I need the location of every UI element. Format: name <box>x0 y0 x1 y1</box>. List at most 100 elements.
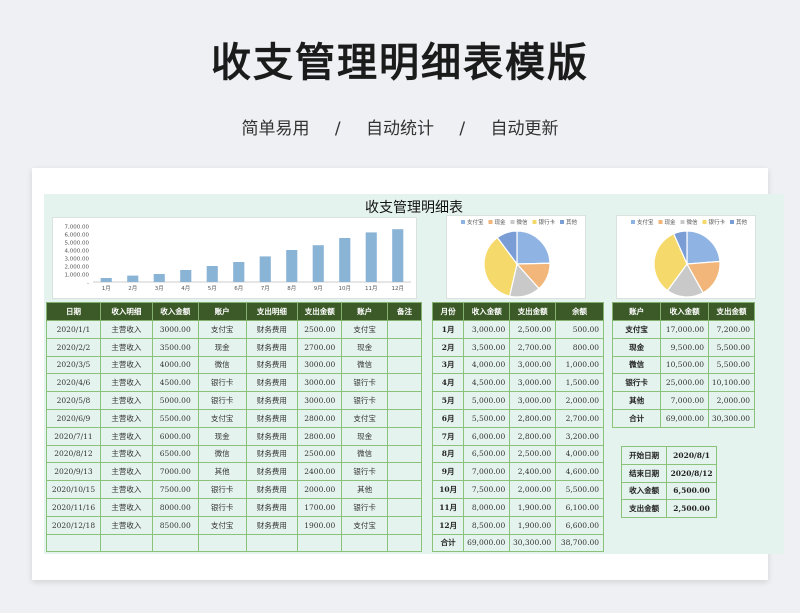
detail-table-cell[interactable]: 主营收入 <box>99 497 153 517</box>
monthly-table-cell[interactable]: 8月 <box>431 444 465 464</box>
detail-table-cell[interactable] <box>387 444 422 464</box>
account-table-cell[interactable]: 合计 <box>611 408 662 428</box>
monthly-table-cell[interactable]: 3,200.00 <box>555 426 604 446</box>
detail-table-cell[interactable]: 3500.00 <box>151 337 199 357</box>
monthly-table-cell[interactable]: 3月 <box>431 355 465 375</box>
summary-table-cell[interactable]: 2020/8/1 <box>666 446 717 465</box>
detail-table-cell[interactable] <box>387 515 422 535</box>
detail-table-cell[interactable]: 2500.00 <box>297 444 343 464</box>
monthly-table-cell[interactable]: 12月 <box>431 515 465 535</box>
detail-table-cell[interactable]: 现金 <box>197 337 247 357</box>
detail-table-cell[interactable]: 2020/10/15 <box>46 480 101 499</box>
detail-table-cell[interactable]: 银行卡 <box>341 373 389 393</box>
detail-table-cell[interactable]: 微信 <box>197 355 247 375</box>
monthly-table-cell[interactable]: 4月 <box>431 373 465 393</box>
summary-table-cell[interactable]: 2,500.00 <box>666 499 717 519</box>
monthly-table-cell[interactable]: 1月 <box>431 320 465 339</box>
account-table-cell[interactable]: 7,000.00 <box>660 391 710 410</box>
detail-table-cell[interactable]: 财务费用 <box>245 497 299 517</box>
detail-table-cell[interactable]: 财务费用 <box>245 408 299 428</box>
detail-table-cell[interactable]: 2020/12/18 <box>46 515 101 535</box>
detail-table-cell[interactable]: 主营收入 <box>99 426 153 446</box>
summary-table-cell[interactable]: 支出金额 <box>620 499 668 519</box>
monthly-table-cell[interactable]: 4,000.00 <box>555 444 604 464</box>
monthly-table-cell[interactable]: 5月 <box>431 391 465 410</box>
detail-table-cell[interactable] <box>387 497 422 517</box>
detail-table-cell[interactable]: 主营收入 <box>99 480 153 499</box>
detail-table-cell[interactable]: 银行卡 <box>341 462 389 482</box>
detail-table-cell[interactable]: 2000.00 <box>297 480 343 499</box>
account-table-cell[interactable]: 其他 <box>611 391 662 410</box>
monthly-table-cell[interactable]: 4,500.00 <box>463 373 511 393</box>
account-table-cell[interactable]: 现金 <box>611 337 662 357</box>
detail-table-cell[interactable]: 微信 <box>341 444 389 464</box>
detail-table-cell[interactable]: 财务费用 <box>245 444 299 464</box>
monthly-table-cell[interactable]: 500.00 <box>555 320 604 339</box>
monthly-table-cell[interactable]: 1,900.00 <box>509 497 557 517</box>
detail-table-cell[interactable]: 2020/1/1 <box>46 320 101 339</box>
monthly-table-cell[interactable]: 11月 <box>431 497 465 517</box>
detail-table-cell[interactable] <box>46 533 101 553</box>
detail-table-cell[interactable]: 主营收入 <box>99 444 153 464</box>
detail-table-cell[interactable]: 2020/8/12 <box>46 444 101 464</box>
detail-table-cell[interactable] <box>341 533 389 553</box>
account-table-cell[interactable]: 25,000.00 <box>660 373 710 393</box>
detail-table-cell[interactable]: 财务费用 <box>245 337 299 357</box>
detail-table-cell[interactable]: 5000.00 <box>151 391 199 410</box>
detail-table-cell[interactable]: 2020/4/6 <box>46 373 101 393</box>
detail-table-cell[interactable]: 2020/6/9 <box>46 408 101 428</box>
detail-table-cell[interactable]: 2800.00 <box>297 408 343 428</box>
detail-table-cell[interactable]: 微信 <box>197 444 247 464</box>
account-table-cell[interactable]: 17,000.00 <box>660 320 710 339</box>
detail-table-cell[interactable]: 支付宝 <box>341 320 389 339</box>
detail-table-cell[interactable]: 银行卡 <box>197 373 247 393</box>
monthly-table-cell[interactable]: 5,500.00 <box>555 480 604 499</box>
summary-table-cell[interactable]: 收入金额 <box>620 481 668 501</box>
detail-table-cell[interactable]: 银行卡 <box>197 480 247 499</box>
account-table-cell[interactable]: 微信 <box>611 355 662 375</box>
monthly-table-cell[interactable]: 2月 <box>431 337 465 357</box>
monthly-table-cell[interactable]: 1,900.00 <box>509 515 557 535</box>
detail-table-cell[interactable]: 银行卡 <box>197 391 247 410</box>
monthly-table-cell[interactable]: 7,500.00 <box>463 480 511 499</box>
detail-table-cell[interactable] <box>387 320 422 339</box>
detail-table-cell[interactable] <box>197 533 247 553</box>
monthly-table-cell[interactable]: 2,800.00 <box>509 426 557 446</box>
detail-table-cell[interactable]: 主营收入 <box>99 408 153 428</box>
detail-table-cell[interactable]: 银行卡 <box>341 497 389 517</box>
detail-table-cell[interactable]: 支付宝 <box>341 408 389 428</box>
monthly-table-cell[interactable]: 2,000.00 <box>509 480 557 499</box>
detail-table-cell[interactable]: 支付宝 <box>197 515 247 535</box>
monthly-table-cell[interactable]: 8,000.00 <box>463 497 511 517</box>
account-table-cell[interactable]: 69,000.00 <box>660 408 710 428</box>
monthly-table-cell[interactable]: 800.00 <box>555 337 604 357</box>
account-table-cell[interactable]: 9,500.00 <box>660 337 710 357</box>
detail-table-cell[interactable] <box>151 533 199 553</box>
detail-table-cell[interactable]: 主营收入 <box>99 391 153 410</box>
monthly-table-cell[interactable]: 1,000.00 <box>555 355 604 375</box>
detail-table-cell[interactable]: 1900.00 <box>297 515 343 535</box>
detail-table-cell[interactable] <box>387 337 422 357</box>
detail-table-cell[interactable]: 其他 <box>197 462 247 482</box>
account-table-cell[interactable]: 30,300.00 <box>708 408 755 428</box>
detail-table-cell[interactable] <box>387 426 422 446</box>
detail-table-cell[interactable]: 2800.00 <box>297 426 343 446</box>
detail-table-cell[interactable] <box>297 533 343 553</box>
detail-table-cell[interactable]: 主营收入 <box>99 337 153 357</box>
detail-table-cell[interactable]: 主营收入 <box>99 462 153 482</box>
monthly-table-cell[interactable]: 1,500.00 <box>555 373 604 393</box>
detail-table-cell[interactable] <box>387 391 422 410</box>
monthly-table-cell[interactable]: 6,000.00 <box>463 426 511 446</box>
monthly-table-cell[interactable]: 2,400.00 <box>509 462 557 482</box>
detail-table-cell[interactable] <box>387 480 422 499</box>
monthly-table-cell[interactable]: 7,000.00 <box>463 462 511 482</box>
detail-table-cell[interactable]: 2020/11/16 <box>46 497 101 517</box>
detail-table-cell[interactable]: 现金 <box>341 426 389 446</box>
detail-table-cell[interactable]: 财务费用 <box>245 426 299 446</box>
monthly-table-cell[interactable]: 2,800.00 <box>509 408 557 428</box>
detail-table-cell[interactable]: 主营收入 <box>99 515 153 535</box>
detail-table-cell[interactable]: 2020/5/8 <box>46 391 101 410</box>
detail-table-cell[interactable]: 财务费用 <box>245 320 299 339</box>
detail-table-cell[interactable] <box>245 533 299 553</box>
detail-table-cell[interactable] <box>387 355 422 375</box>
